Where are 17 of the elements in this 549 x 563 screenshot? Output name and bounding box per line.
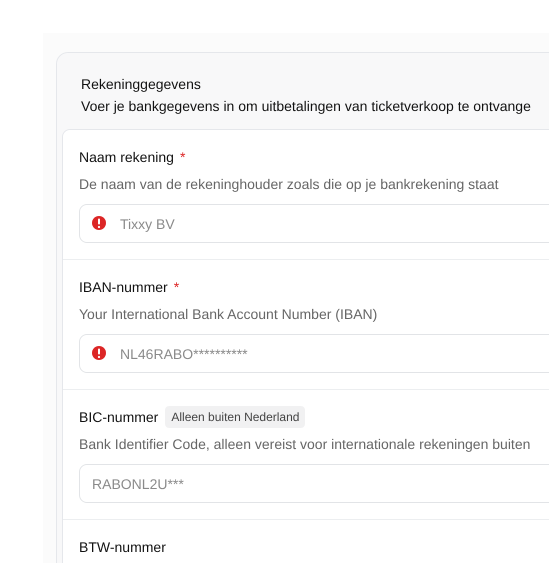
field-description: Bank Identifier Code, alleen vereist voor internationale rekeningen buiten [79, 435, 532, 454]
text-field[interactable]: RABONL2U*** [79, 464, 549, 503]
card-title: Rekeninggegevens [81, 75, 202, 94]
field-label: BTW-nummer [79, 538, 166, 556]
field-label: BIC-nummer [79, 408, 158, 426]
field-badge: Alleen buiten Nederland [165, 406, 306, 428]
required-mark: * [174, 278, 180, 296]
field-description: De naam van de rekeninghouder zoals die op je bankrekening staat [79, 175, 500, 194]
error-icon [91, 345, 107, 361]
field-label: Naam rekening [79, 148, 174, 167]
required-mark: * [180, 148, 186, 166]
text-field[interactable]: Tixxy BV [79, 204, 549, 243]
error-icon [91, 215, 107, 231]
field-description: Your International Bank Account Number (IBAN) [79, 305, 378, 324]
card-subtitle: Voer je bankgegevens in om uitbetalingen van ticketverkoop te ontvange [81, 97, 532, 116]
text-field[interactable]: NL46RABO********** [79, 334, 549, 373]
field-label: IBAN-nummer [79, 278, 168, 296]
